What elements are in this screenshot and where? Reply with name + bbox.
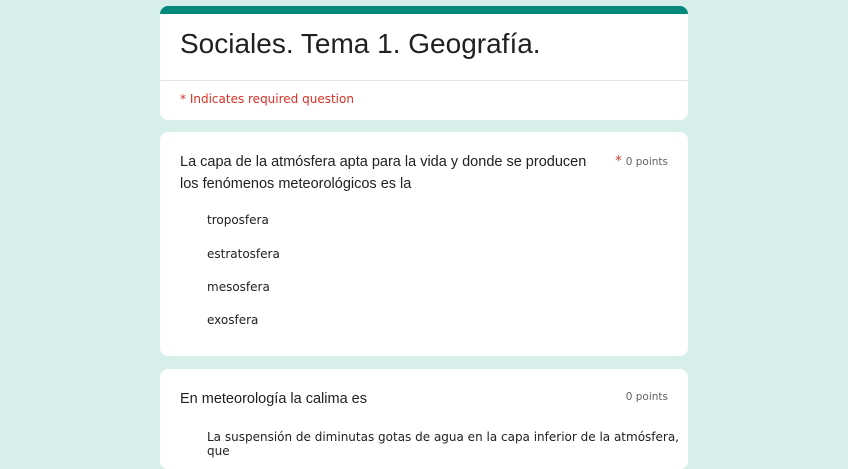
points-value: 0 points (625, 156, 668, 168)
required-asterisk: * (615, 154, 622, 169)
points-label: * 0 points (615, 154, 668, 169)
accent-bar (160, 6, 688, 14)
question-text: La capa de la atmósfera apta para la vid… (180, 154, 587, 192)
question-text: En meteorología la calima es (180, 391, 367, 407)
option-troposfera[interactable]: troposfera (207, 213, 269, 227)
option-1[interactable]: La suspensión de diminutas gotas de agua… (207, 430, 688, 458)
option-mesosfera[interactable]: mesosfera (207, 280, 270, 294)
form-header-card: Sociales. Tema 1. Geografía. * Indicates… (160, 6, 688, 120)
points-label: 0 points (625, 391, 668, 403)
question-card: La capa de la atmósfera apta para la vid… (160, 132, 688, 356)
required-note: * Indicates required question (180, 92, 354, 106)
option-exosfera[interactable]: exosfera (207, 313, 258, 327)
form-title: Sociales. Tema 1. Geografía. (180, 28, 541, 59)
divider (160, 80, 688, 81)
question-card: En meteorología la calima es 0 points La… (160, 369, 688, 469)
option-estratosfera[interactable]: estratosfera (207, 247, 280, 261)
